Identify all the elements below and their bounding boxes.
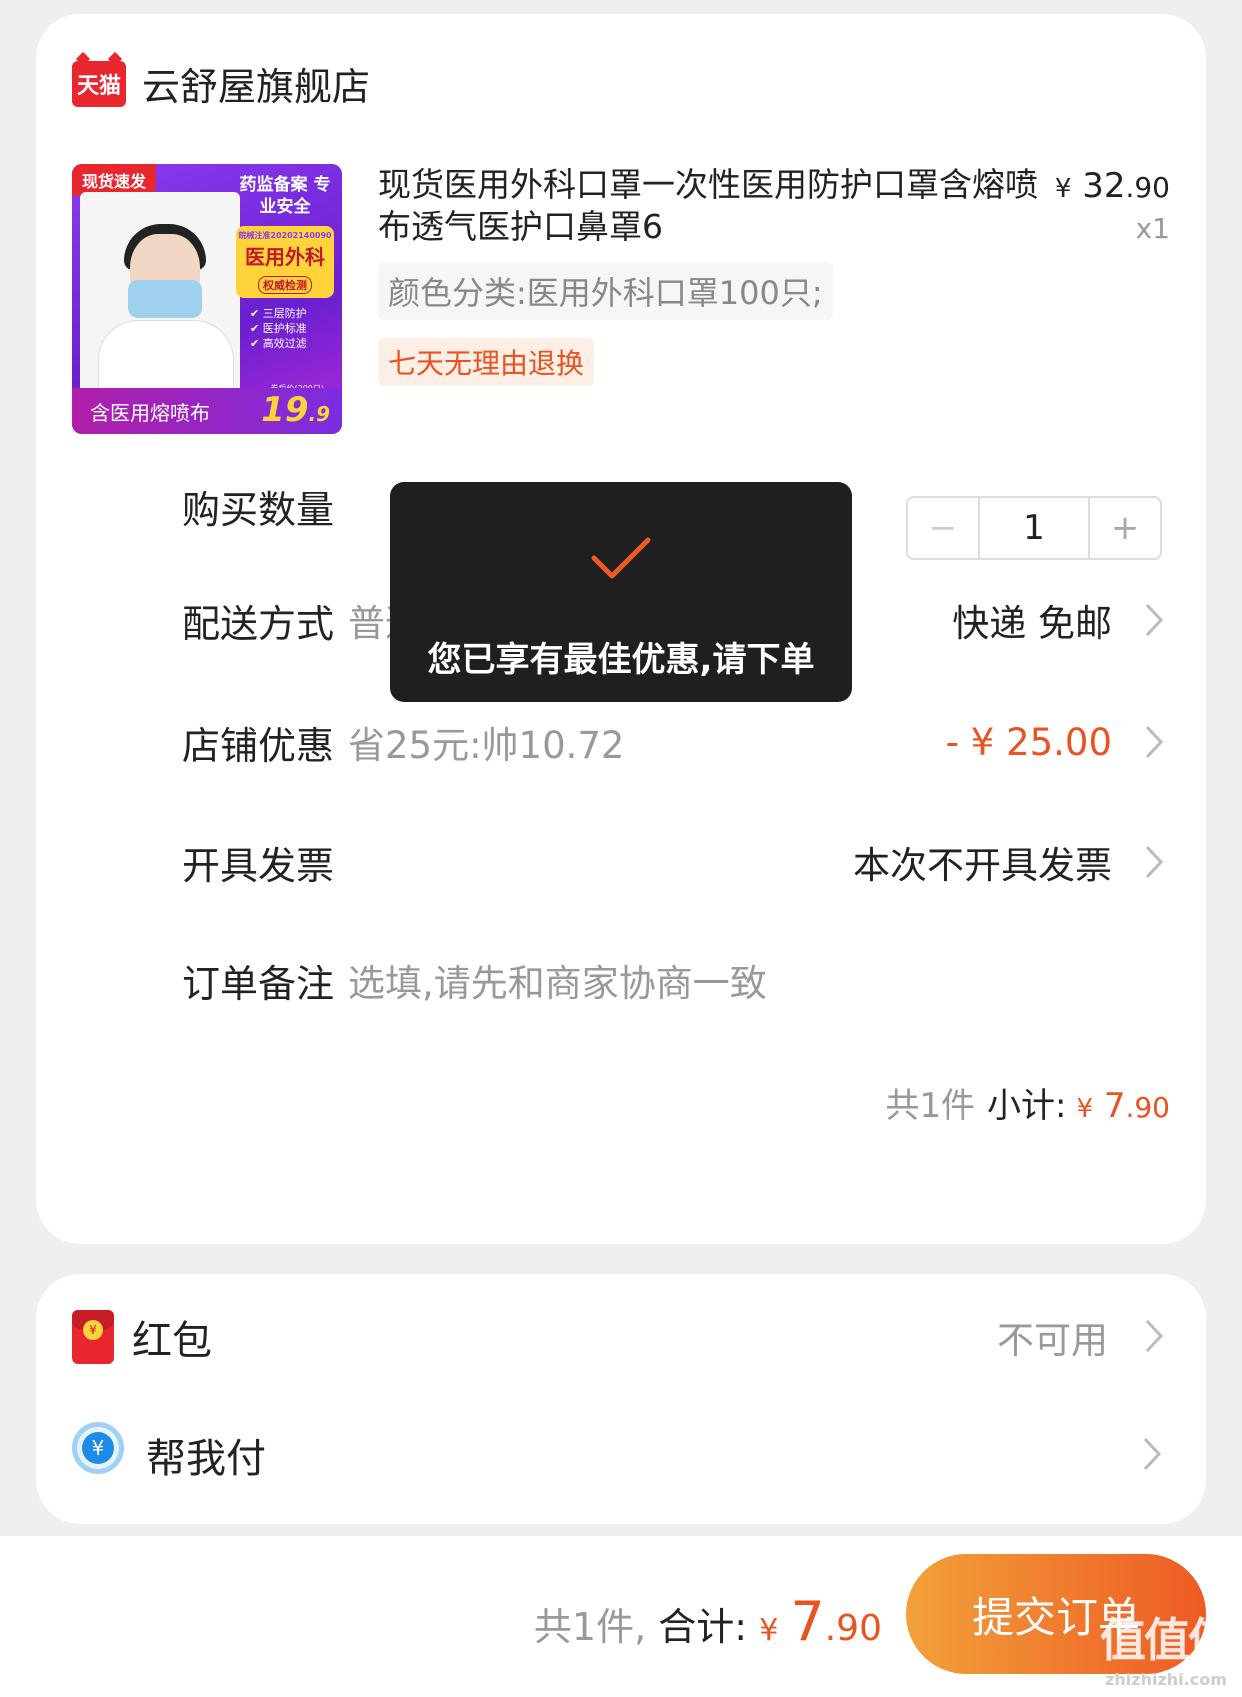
help-pay-icon: ¥	[72, 1422, 124, 1474]
total-label: 合计:	[658, 1605, 748, 1649]
thumb-price: 19.9	[261, 390, 330, 430]
thumb-registration: 皖械注准20202140090	[238, 231, 332, 240]
quantity-plus-button[interactable]: +	[1088, 498, 1160, 558]
order-total: 共1件, 合计: ¥ 7.90	[534, 1590, 882, 1653]
subtotal-count: 共1件	[885, 1086, 975, 1126]
extras-card: 红包 不可用 ¥ 帮我付	[36, 1274, 1206, 1524]
thumb-checks: ✔ 三层防护 ✔ 医护标准 ✔ 高效过滤	[236, 306, 334, 351]
subtotal-amount: ¥ 7.90	[1076, 1086, 1170, 1126]
thumb-badge-main: 医用外科	[245, 245, 325, 269]
redpack-label: 红包	[132, 1318, 212, 1364]
delivery-value: 快递 免邮	[952, 602, 1112, 645]
subtotal: 共1件 小计: ¥ 7.90	[885, 1078, 1170, 1127]
total-amount: ¥ 7.90	[759, 1590, 882, 1653]
product-thumbnail[interactable]: 现货速发 药监备案 专业安全 皖械注准20202140090 医用外科 权威检测…	[72, 164, 342, 434]
quantity-stepper[interactable]: − 1 +	[906, 496, 1162, 560]
tmall-logo-icon: 天猫	[72, 60, 126, 107]
product-price: ¥ 32.90	[1054, 166, 1170, 206]
store-discount-row[interactable]: 店铺优惠 省25元:帅10.72 - ¥ 25.00	[36, 712, 1206, 772]
toast-text: 您已享有最佳优惠,请下单	[427, 640, 815, 680]
watermark-url: zhizhizhi.com	[1105, 1670, 1227, 1689]
thumb-side-panel: 药监备案 专业安全 皖械注准20202140090 医用外科 权威检测 ✔ 三层…	[236, 174, 334, 351]
product-sku: 颜色分类:医用外科口罩100只;	[378, 262, 833, 320]
checkmark-icon	[591, 537, 651, 579]
shop-name[interactable]: 云舒屋旗舰店	[142, 56, 370, 111]
thumb-check-item: ✔ 三层防护	[250, 307, 307, 320]
help-pay-label: 帮我付	[146, 1436, 266, 1482]
store-discount-amount: - ¥ 25.00	[945, 720, 1112, 764]
store-discount-desc: 省25元:帅10.72	[348, 724, 625, 767]
quantity-value[interactable]: 1	[980, 498, 1088, 558]
redpack-row[interactable]: 红包 不可用	[36, 1296, 1206, 1376]
order-note-row: 订单备注 选填,请先和商家协商一致	[36, 950, 1206, 1010]
invoice-row[interactable]: 开具发票 本次不开具发票	[36, 832, 1206, 892]
chevron-right-icon	[1145, 725, 1164, 759]
invoice-label: 开具发票	[182, 843, 335, 888]
quantity-minus-button[interactable]: −	[908, 498, 980, 558]
chevron-right-icon	[1145, 1319, 1164, 1353]
product-quantity-label: x1	[1135, 212, 1170, 245]
order-note-label: 订单备注	[182, 961, 335, 1006]
total-count: 共1件,	[533, 1605, 647, 1649]
return-policy-tag: 七天无理由退换	[378, 338, 595, 386]
thumb-badge: 皖械注准20202140090 医用外科 权威检测	[236, 226, 334, 298]
help-pay-row[interactable]: ¥ 帮我付	[36, 1414, 1206, 1494]
order-note-input[interactable]: 选填,请先和商家协商一致	[348, 953, 767, 1007]
quantity-label: 购买数量	[182, 487, 335, 532]
thumb-check-item: ✔ 高效过滤	[250, 337, 307, 350]
redpack-status: 不可用	[997, 1319, 1108, 1362]
watermark: 值值值 zhizhizhi.com	[1100, 1604, 1234, 1689]
product-title[interactable]: 现货医用外科口罩一次性医用防护口罩含熔喷布透气医护口鼻罩6	[378, 164, 1038, 248]
store-discount-label: 店铺优惠	[182, 723, 335, 768]
thumb-mask	[128, 280, 202, 318]
thumb-photo	[80, 192, 240, 430]
checkout-bar: 共1件, 合计: ¥ 7.90 提交订单 值值值 zhizhizhi.com	[0, 1536, 1242, 1697]
chevron-right-icon	[1145, 845, 1164, 879]
watermark-text: 值值值	[1100, 1613, 1234, 1667]
thumb-badge-sub: 权威检测	[258, 276, 312, 294]
chevron-right-icon	[1143, 1437, 1162, 1471]
shop-header[interactable]: 天猫 云舒屋旗舰店	[72, 56, 370, 111]
thumb-bottom-text: 含医用熔喷布	[90, 400, 210, 425]
thumb-side-title: 药监备案 专业安全	[239, 175, 331, 217]
toast-message: 您已享有最佳优惠,请下单	[390, 482, 852, 702]
invoice-value: 本次不开具发票	[853, 844, 1112, 887]
subtotal-label: 小计:	[987, 1086, 1067, 1126]
thumb-check-item: ✔ 医护标准	[250, 322, 307, 335]
delivery-label: 配送方式	[182, 601, 335, 646]
red-envelope-icon	[72, 1310, 114, 1364]
chevron-right-icon	[1145, 603, 1164, 637]
